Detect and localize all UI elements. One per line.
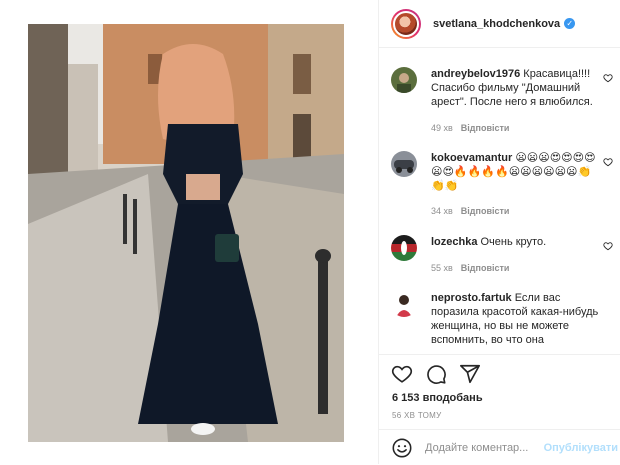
author-username[interactable]: svetlana_khodchenkova: [433, 18, 560, 30]
reply-button[interactable]: Відповісти: [461, 263, 510, 273]
post-side-panel: svetlana_khodchenkova ✓ andreybelov1976 К…: [379, 0, 620, 464]
share-icon[interactable]: [459, 363, 481, 385]
reply-button[interactable]: Відповісти: [461, 123, 510, 133]
comment-username[interactable]: neprosto.fartuk: [431, 292, 512, 304]
comment-time: 55 хв: [431, 263, 453, 273]
post-photo[interactable]: [28, 24, 344, 442]
heart-icon[interactable]: [391, 363, 413, 385]
commenter-avatar[interactable]: [391, 67, 417, 93]
comment-body: neprosto.fartuk Если вас поразила красото…: [431, 291, 599, 347]
verified-icon: ✓: [564, 18, 576, 29]
comment-meta: 55 хв Відповісти: [431, 263, 509, 273]
comment-icon[interactable]: [425, 363, 447, 385]
comment-time: 49 хв: [431, 123, 453, 133]
comment-text: Очень круто.: [480, 236, 547, 248]
likes-count[interactable]: 6 153 вподобань: [392, 392, 483, 404]
comment: andreybelov1976 Красавица!!!! Спасибо фил…: [391, 67, 613, 147]
comment-username[interactable]: lozechka: [431, 236, 477, 248]
comment: lozechka Очень круто. 55 хв Відповісти: [391, 235, 613, 285]
author-avatar[interactable]: [391, 8, 421, 39]
post-time[interactable]: 56 ХВ ТОМУ: [392, 411, 442, 420]
commenter-avatar[interactable]: [391, 151, 417, 177]
emoji-icon[interactable]: [391, 437, 413, 459]
heart-icon[interactable]: [603, 241, 613, 251]
reply-button[interactable]: Відповісти: [461, 206, 510, 216]
comment-input[interactable]: [425, 441, 553, 454]
media-pane: [0, 0, 379, 464]
comment-body: andreybelov1976 Красавица!!!! Спасибо фил…: [431, 67, 599, 109]
comment: neprosto.fartuk Если вас поразила красото…: [391, 291, 613, 351]
post-modal: svetlana_khodchenkova ✓ andreybelov1976 К…: [0, 0, 620, 464]
comment-body: kokoevamantur 😦😦😦😍😍😍😍😦😍🔥🔥🔥🔥😦😦😦😦😦😦👏👏👏: [431, 151, 599, 193]
comment-meta: 34 хв Відповісти: [431, 206, 509, 216]
post-actions: 6 153 вподобань 56 ХВ ТОМУ Опублікувати: [379, 354, 620, 464]
comments-list: andreybelov1976 Красавица!!!! Спасибо фил…: [379, 55, 620, 351]
commenter-avatar[interactable]: [391, 235, 417, 261]
comment-body: lozechka Очень круто.: [431, 235, 599, 249]
action-icons: [391, 363, 481, 387]
comment-composer: Опублікувати: [379, 429, 620, 465]
street-photo-illustration: [28, 24, 344, 442]
comment-time: 34 хв: [431, 206, 453, 216]
publish-button[interactable]: Опублікувати: [544, 442, 618, 454]
comment: kokoevamantur 😦😦😦😍😍😍😍😦😍🔥🔥🔥🔥😦😦😦😦😦😦👏👏👏 34 х…: [391, 151, 613, 231]
comment-meta: 49 хв Відповісти: [431, 123, 509, 133]
comment-username[interactable]: andreybelov1976: [431, 68, 520, 80]
comment-username[interactable]: kokoevamantur: [431, 152, 512, 164]
commenter-avatar[interactable]: [391, 291, 417, 317]
post-header: svetlana_khodchenkova ✓: [379, 0, 620, 48]
heart-icon[interactable]: [603, 157, 613, 167]
heart-icon[interactable]: [603, 73, 613, 83]
